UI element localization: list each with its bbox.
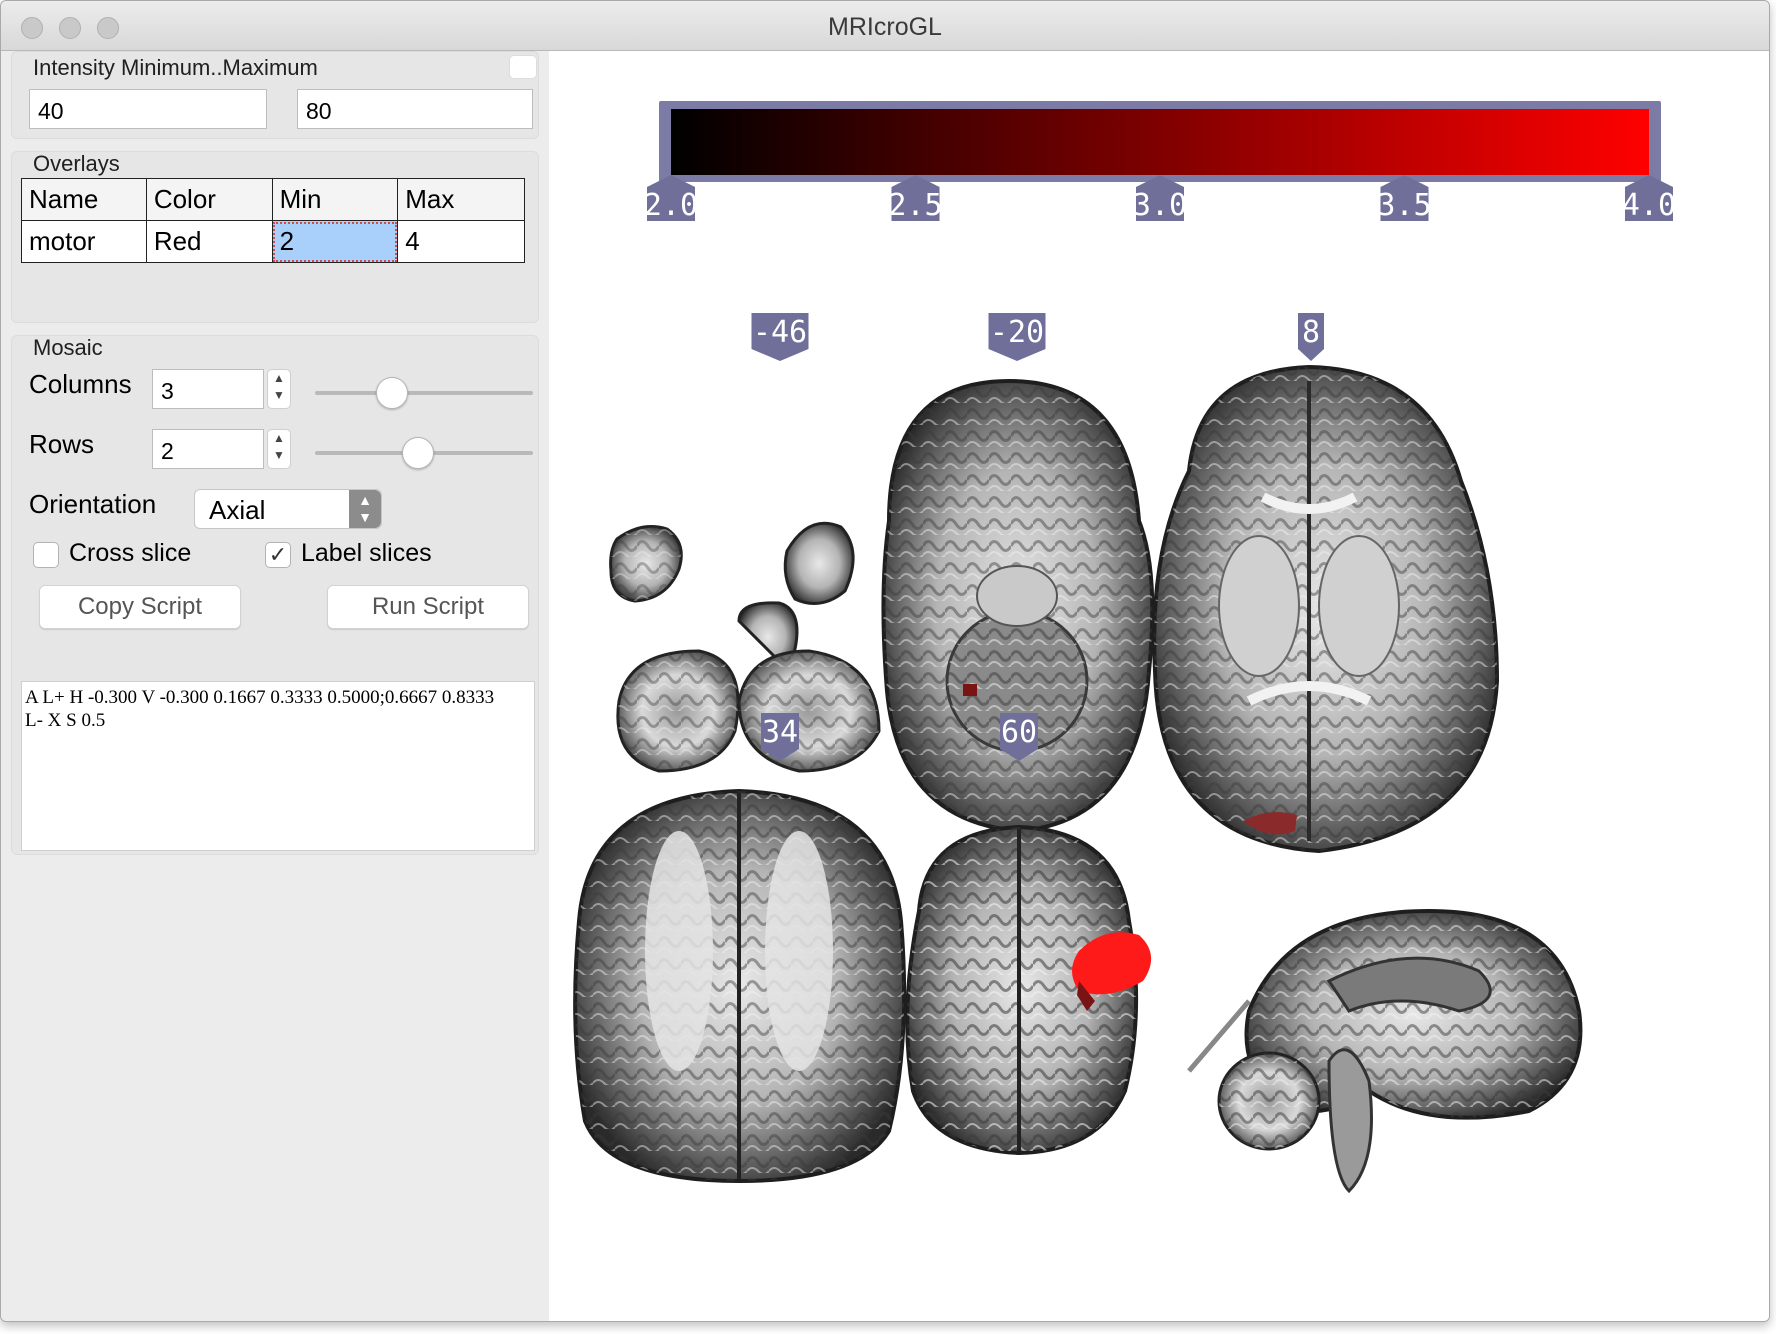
chevron-down-icon[interactable]: ▼ [268, 447, 290, 464]
updown-arrows-icon: ▲ ▼ [349, 490, 381, 528]
cross-slice-checkbox[interactable] [33, 542, 59, 568]
overlays-table: Name Color Min Max motor Red 2 4 [21, 178, 525, 263]
columns-field[interactable]: 3 [152, 369, 264, 409]
window-title: MRIcroGL [828, 13, 942, 41]
script-line-2: L- X S 0.5 [25, 710, 106, 731]
colorbar: 2.0 2.5 3.0 3.5 4.0 [644, 101, 1676, 223]
sagittal-slice [1187, 908, 1583, 1194]
colorbar-tick: 3.0 [1133, 175, 1187, 223]
slice-label-text: -46 [753, 315, 807, 350]
colorbar-gradient [671, 109, 1649, 175]
orientation-value: Axial [209, 495, 266, 525]
render-view[interactable]: 2.0 2.5 3.0 3.5 4.0 -46 -20 8 34 60 [549, 51, 1770, 1322]
header-max[interactable]: Max [397, 178, 525, 221]
colorbar-tick: 2.5 [888, 175, 943, 223]
checkmark-icon: ✓ [268, 542, 288, 567]
header-name[interactable]: Name [21, 178, 147, 221]
slice-label-text: 34 [762, 715, 798, 750]
mosaic-label: Mosaic [33, 335, 103, 360]
intensity-max-field[interactable]: 80 [297, 89, 533, 129]
columns-label: Columns [29, 369, 132, 399]
label-slices-label: Label slices [301, 539, 432, 567]
slice-label: 8 [1298, 313, 1324, 361]
overlay-row[interactable]: motor Red 2 4 [21, 220, 525, 263]
chevron-up-icon[interactable]: ▲ [268, 370, 290, 387]
overlay-max-cell[interactable]: 4 [397, 220, 525, 263]
overlay-name-cell[interactable]: motor [21, 220, 147, 263]
overlay-blob-small [963, 684, 977, 696]
label-slices-checkbox[interactable]: ✓ [265, 542, 291, 568]
slice-label-text: 60 [1001, 715, 1037, 750]
chevron-up-icon[interactable]: ▲ [268, 430, 290, 447]
slice-34 [573, 601, 907, 1184]
columns-slider-track[interactable] [315, 391, 533, 395]
rows-stepper[interactable]: ▲ ▼ [267, 429, 291, 469]
colorbar-tick-label: 3.5 [1377, 188, 1431, 223]
slice-label: -46 [751, 313, 809, 361]
rows-label: Rows [29, 429, 95, 459]
colorbar-tick: 2.0 [644, 175, 698, 223]
chevron-down-icon[interactable]: ▼ [268, 387, 290, 404]
colorbar-tick: 3.5 [1377, 175, 1432, 223]
intensity-min-field[interactable]: 40 [29, 89, 267, 129]
overlays-header-row: Name Color Min Max [21, 178, 525, 221]
colorbar-tick-label: 4.0 [1622, 188, 1676, 223]
colorbar-tick-label: 2.0 [644, 188, 698, 223]
intensity-reset-button[interactable] [509, 55, 537, 79]
control-panel: Intensity Minimum..Maximum 40 80 Overlay… [1, 51, 549, 1321]
title-bar: MRIcroGL [1, 1, 1769, 51]
script-textarea[interactable]: A L+ H -0.300 V -0.300 0.1667 0.3333 0.5… [21, 681, 535, 851]
run-script-button[interactable]: Run Script [327, 585, 529, 629]
intensity-label: Intensity Minimum..Maximum [33, 55, 318, 80]
slice-label-text: 8 [1302, 315, 1320, 350]
rows-field[interactable]: 2 [152, 429, 264, 469]
orientation-label: Orientation [29, 489, 157, 519]
render-canvas[interactable]: 2.0 2.5 3.0 3.5 4.0 -46 -20 834 60 [549, 51, 1770, 1322]
colorbar-tick-label: 3.0 [1133, 188, 1187, 223]
columns-stepper[interactable]: ▲ ▼ [267, 369, 291, 409]
header-min[interactable]: Min [271, 178, 399, 221]
colorbar-ticks: 2.0 2.5 3.0 3.5 4.0 [644, 175, 1676, 223]
orientation-select[interactable]: Axial ▲ ▼ [194, 489, 382, 529]
overlay-color-cell[interactable]: Red [145, 220, 273, 263]
header-color[interactable]: Color [145, 178, 273, 221]
cross-slice-label: Cross slice [69, 539, 192, 567]
slice-label: -20 [988, 313, 1046, 361]
colorbar-tick-label: 2.5 [888, 188, 942, 223]
slice-8 [1152, 364, 1500, 854]
app-window: MRIcroGL Intensity Minimum..Maximum 40 8… [0, 0, 1770, 1322]
overlays-label: Overlays [33, 151, 120, 176]
copy-script-button[interactable]: Copy Script [39, 585, 241, 629]
slice-60 [905, 824, 1152, 1156]
slice-label-text: -20 [990, 315, 1044, 350]
overlay-min-cell[interactable]: 2 [271, 220, 399, 263]
script-line-1: A L+ H -0.300 V -0.300 0.1667 0.3333 0.5… [25, 687, 495, 708]
colorbar-tick: 4.0 [1622, 175, 1676, 223]
slice-minus46 [609, 525, 683, 603]
